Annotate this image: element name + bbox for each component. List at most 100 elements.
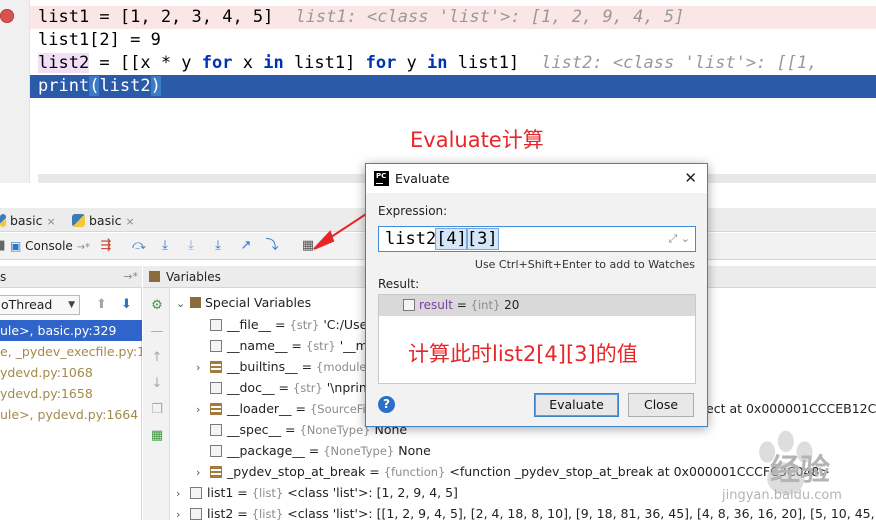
move-up-icon[interactable]: ↑ xyxy=(149,350,165,366)
close-icon[interactable]: ✕ xyxy=(684,164,697,193)
code-line-2[interactable]: list1[2] = 9 xyxy=(30,29,876,52)
var-value: None xyxy=(398,443,431,458)
close-icon[interactable]: × xyxy=(125,215,134,228)
code-text: list1] xyxy=(283,53,366,73)
screenshot-root: list1 = [1, 2, 3, 4, 5] list1: <class 'li… xyxy=(0,0,876,520)
function-icon xyxy=(210,466,222,478)
frame-item[interactable]: ule>, pydevd.py:1664 xyxy=(0,404,142,425)
chevron-right-icon[interactable]: › xyxy=(176,504,190,520)
evaluate-dialog[interactable]: PC Evaluate ✕ Expression: list2[4][3] ⤢ … xyxy=(365,163,708,427)
code-line-1[interactable]: list1 = [1, 2, 3, 4, 5] list1: <class 'li… xyxy=(30,6,876,29)
frame-item[interactable]: ule>, basic.py:329 xyxy=(0,320,142,341)
frame-item[interactable]: ydevd.py:1068 xyxy=(0,362,142,383)
frames-title: s xyxy=(0,270,7,284)
step-into-icon[interactable]: ⤓ xyxy=(157,238,173,254)
expr-part: list2 xyxy=(385,229,437,249)
python-icon xyxy=(0,214,6,227)
var-name: _pydev_stop_at_break xyxy=(227,464,366,479)
expression-input[interactable]: list2[4][3] ⤢ ⌄ xyxy=(378,226,696,252)
code-text: list1] xyxy=(447,53,520,73)
help-icon[interactable]: ? xyxy=(378,396,395,413)
expr-index: [3] xyxy=(465,228,499,250)
breakpoint-icon[interactable] xyxy=(0,9,14,23)
var-type: {NoneType} xyxy=(323,444,395,458)
var-type: {function} xyxy=(383,465,446,479)
copy-icon[interactable]: ❐ xyxy=(149,402,165,418)
object-icon xyxy=(210,403,222,415)
frame-item[interactable]: e, _pydev_execfile.py:18 xyxy=(0,341,142,362)
step-over-icon[interactable]: ⤼ xyxy=(131,238,147,254)
variable-row[interactable]: › __builtins__ = {module} xyxy=(196,356,374,377)
result-name: result xyxy=(419,298,453,312)
dialog-title-bar[interactable]: PC Evaluate ✕ xyxy=(366,164,707,193)
code-line-4-current[interactable]: print(list2) xyxy=(30,75,876,98)
show-execution-point-icon[interactable]: ⇶ xyxy=(98,238,114,254)
var-name: __loader__ xyxy=(227,401,292,416)
remove-watch-icon[interactable]: — xyxy=(149,324,165,340)
code-line-3[interactable]: list2 = [[x * y for x in list1] for y in… xyxy=(30,52,876,75)
tab-basic-1[interactable]: basic × xyxy=(0,211,56,230)
chevron-right-icon[interactable]: › xyxy=(196,462,210,483)
tab-label: basic xyxy=(10,213,43,228)
annotation-evaluate: Evaluate计算 xyxy=(410,128,544,152)
pin-icon[interactable]: →* xyxy=(123,266,138,288)
tab-label: basic xyxy=(89,213,122,228)
variable-row[interactable]: __package__ = {NoneType} None xyxy=(196,440,431,461)
var-name: __builtins__ xyxy=(227,359,298,374)
code-editor[interactable]: list1 = [1, 2, 3, 4, 5] list1: <class 'li… xyxy=(0,0,876,183)
variable-row[interactable]: __file__ = {str} 'C:/Users xyxy=(196,314,379,335)
special-variables-row[interactable]: ⌄ Special Variables xyxy=(176,292,311,313)
chevron-down-icon: ▼ xyxy=(68,300,75,310)
expression-label: Expression: xyxy=(378,204,448,218)
var-type: {str} xyxy=(289,318,320,332)
python-icon xyxy=(72,214,85,227)
thread-select[interactable]: oThread ▼ xyxy=(0,295,80,315)
frame-item[interactable]: ydevd.py:1658 xyxy=(0,383,142,404)
move-down-icon[interactable]: ↓ xyxy=(149,376,165,392)
code-keyword: for xyxy=(365,53,397,73)
close-button[interactable]: Close xyxy=(628,393,694,417)
close-icon[interactable]: × xyxy=(46,215,55,228)
result-label: Result: xyxy=(378,277,420,291)
arrow-down-icon[interactable]: ⬇ xyxy=(121,297,132,312)
evaluate-button[interactable]: Evaluate xyxy=(534,393,619,417)
code-function: print xyxy=(38,76,90,96)
variable-row[interactable]: › __loader__ = {SourceFile xyxy=(196,398,376,419)
var-value: <class 'list'>: [[1, 2, 9, 4, 5], [2, 4,… xyxy=(287,506,876,520)
pycharm-logo: PC xyxy=(374,171,389,186)
tab-basic-2[interactable]: basic × xyxy=(72,211,135,230)
console-tab[interactable]: ▣ Console →* xyxy=(10,236,90,256)
step-into-my-code-icon[interactable]: ⤓ xyxy=(183,238,199,254)
field-icon xyxy=(403,299,415,311)
debugger-tab-icon[interactable]: ▮ xyxy=(0,238,10,254)
code-keyword: in xyxy=(427,53,448,73)
variable-row[interactable]: __name__ = {str} '__mair xyxy=(196,335,384,356)
code-keyword: for xyxy=(201,53,233,73)
watermark-text: 经验 xyxy=(770,453,830,488)
module-icon xyxy=(210,361,222,373)
watches-icon[interactable]: ▦ xyxy=(149,428,165,444)
code-text: list1 = [1, 2, 3, 4, 5] xyxy=(38,7,274,27)
editor-gutter[interactable] xyxy=(0,0,30,183)
thread-value: oThread xyxy=(1,297,53,312)
code-text: y xyxy=(396,53,428,73)
new-watch-icon[interactable]: ⚙ xyxy=(149,298,165,314)
result-row[interactable]: result = {int} 20 xyxy=(379,295,695,316)
variable-row[interactable]: __doc__ = {str} '\nprint( xyxy=(196,377,377,398)
chevron-right-icon[interactable]: › xyxy=(196,357,210,378)
chevron-right-icon[interactable]: › xyxy=(196,399,210,420)
field-icon xyxy=(210,319,222,331)
field-icon xyxy=(210,445,222,457)
console-icon: ▣ xyxy=(10,239,22,253)
force-step-into-icon[interactable]: ⤓ xyxy=(210,238,226,254)
code-text: list2 xyxy=(99,76,151,96)
chevron-down-icon[interactable]: ⌄ xyxy=(176,293,190,314)
chevron-right-icon[interactable]: › xyxy=(176,483,190,504)
evaluate-expression-icon[interactable]: ▦ xyxy=(300,238,316,254)
variable-row[interactable]: › list1 = {list} <class 'list'>: [1, 2, 9… xyxy=(176,482,458,503)
arrow-up-icon[interactable]: ⬆ xyxy=(96,297,107,312)
run-to-cursor-icon[interactable]: ⤵ xyxy=(264,238,280,254)
console-label: Console xyxy=(25,239,73,253)
expand-icon[interactable]: ⤢ ⌄ xyxy=(668,227,690,251)
step-out-icon[interactable]: ↗ xyxy=(238,238,254,254)
